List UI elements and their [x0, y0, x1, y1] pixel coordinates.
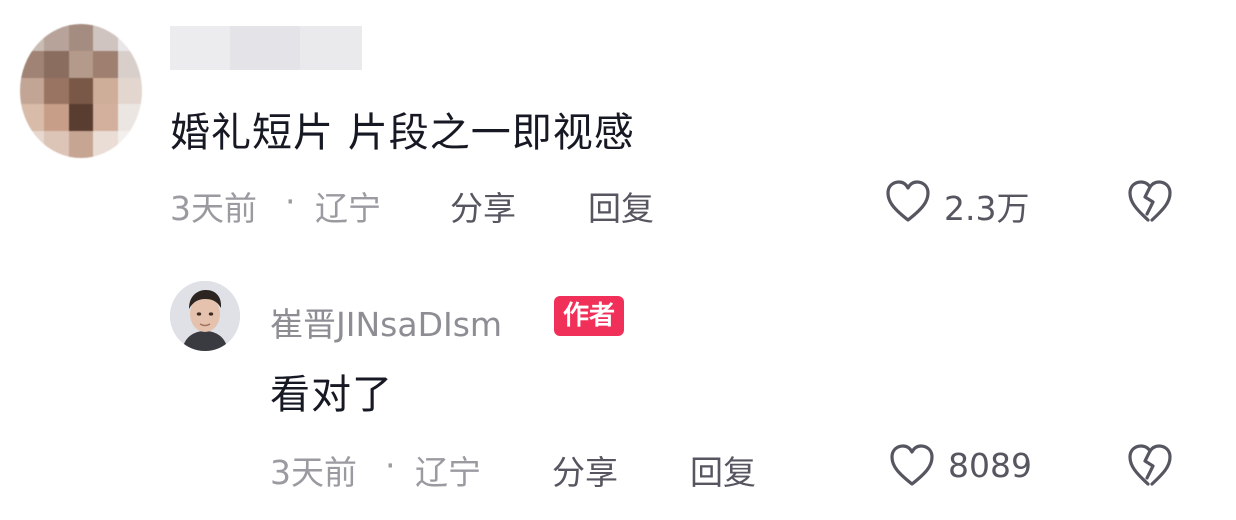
like-count: 2.3万	[944, 189, 1030, 228]
like-count: 8089	[948, 446, 1032, 485]
reply-text: 看对了	[270, 372, 393, 418]
meta-separator: ·	[285, 182, 296, 221]
blurred-username	[170, 26, 362, 70]
meta-separator: ·	[385, 446, 396, 485]
share-button[interactable]: 分享	[552, 446, 618, 494]
author-username[interactable]: 崔晋JINsaDIsm	[270, 298, 502, 346]
heart-outline-icon[interactable]	[884, 178, 932, 224]
author-avatar[interactable]	[170, 281, 240, 351]
commenter-avatar[interactable]	[20, 24, 142, 158]
reply-location: 辽宁	[415, 453, 481, 492]
comment-location: 辽宁	[315, 189, 381, 228]
share-button[interactable]: 分享	[450, 182, 516, 230]
reply-button[interactable]: 回复	[690, 446, 756, 494]
broken-heart-icon[interactable]	[1126, 442, 1174, 488]
comment-time: 3天前	[170, 189, 257, 228]
broken-heart-icon[interactable]	[1126, 178, 1174, 224]
heart-outline-icon[interactable]	[888, 442, 936, 488]
comment-text: 婚礼短片 片段之一即视感	[170, 110, 635, 156]
author-badge: 作者	[554, 296, 625, 336]
reply-time: 3天前	[270, 453, 357, 492]
reply-button[interactable]: 回复	[588, 182, 654, 230]
